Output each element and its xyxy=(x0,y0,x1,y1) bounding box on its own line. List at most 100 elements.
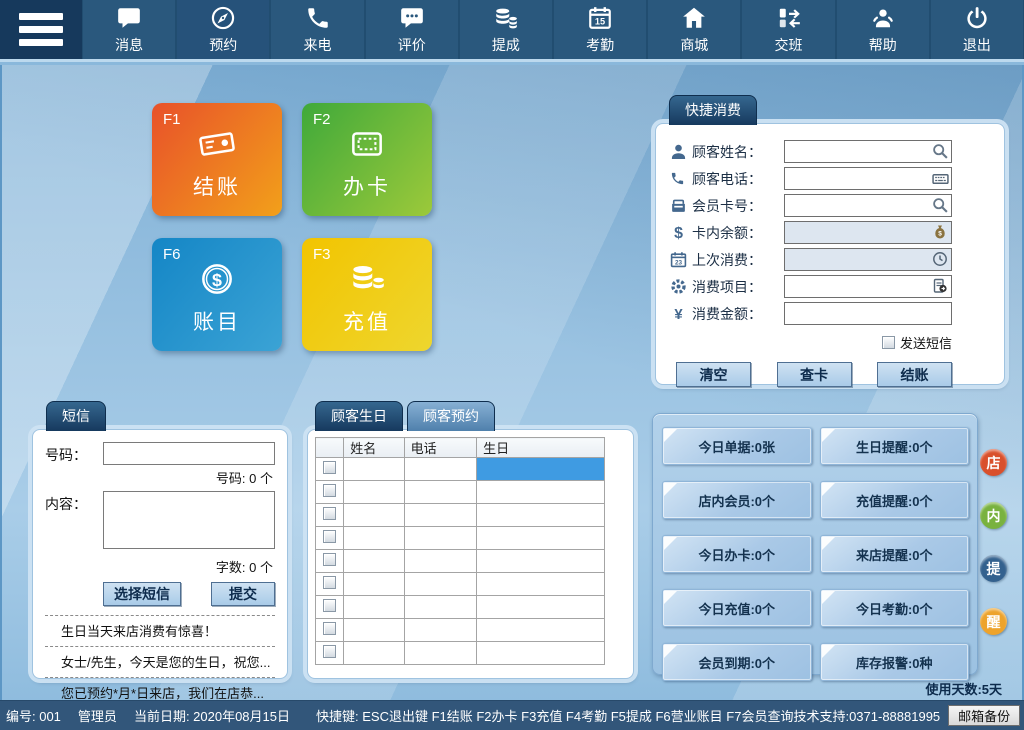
tile-label: 账目 xyxy=(193,311,241,334)
stat-today-new-cards[interactable]: 今日办卡:0个 xyxy=(662,535,812,573)
row-checkbox[interactable] xyxy=(323,530,337,543)
row-checkbox[interactable] xyxy=(323,599,337,612)
header-name[interactable]: 姓名 xyxy=(343,437,405,458)
table-row[interactable] xyxy=(314,641,605,665)
member-card-input[interactable] xyxy=(784,194,952,217)
select-sms-button[interactable]: 选择短信 xyxy=(103,582,181,606)
table-row[interactable] xyxy=(314,480,605,504)
stat-stock-alert[interactable]: 库存报警:0种 xyxy=(819,643,969,681)
stat-visit-reminder[interactable]: 来店提醒:0个 xyxy=(819,535,969,573)
row-checkbox[interactable] xyxy=(323,622,337,635)
tile-checkout-f1[interactable]: F1 结账 xyxy=(152,103,282,216)
field-row-card-balance: $ 卡内余额： $ xyxy=(670,219,952,246)
tab-sms[interactable]: 短信 xyxy=(46,401,106,431)
header-birthday[interactable]: 生日 xyxy=(476,437,605,458)
sms-number-count: 号码: 0 个 xyxy=(215,471,273,486)
side-badge[interactable]: 内 xyxy=(980,502,1007,529)
tile-fkey: F1 xyxy=(163,111,181,128)
sms-content-textarea[interactable] xyxy=(103,491,275,549)
card-icon xyxy=(344,123,390,165)
stat-today-attendance[interactable]: 今日考勤:0个 xyxy=(819,589,969,627)
stat-recharge-reminder[interactable]: 充值提醒:0个 xyxy=(819,481,969,519)
checkout-button[interactable]: 结账 xyxy=(877,362,952,387)
hamburger-menu-button[interactable] xyxy=(0,0,82,59)
toolbar-label: 帮助 xyxy=(868,36,897,53)
submit-sms-button[interactable]: 提交 xyxy=(211,582,275,606)
stats-panel: 今日单据:0张 生日提醒:0个 店内会员:0个 充值提醒:0个 今日办卡:0个 … xyxy=(652,413,978,681)
phone-icon xyxy=(670,171,692,186)
side-badge[interactable]: 醒 xyxy=(980,608,1007,635)
side-badge[interactable]: 店 xyxy=(980,449,1007,476)
table-row[interactable] xyxy=(314,549,605,573)
row-checkbox[interactable] xyxy=(323,461,337,474)
field-row-last-consume: 23 上次消费： xyxy=(670,246,952,273)
toolbar-item-help[interactable]: 帮助 xyxy=(836,0,929,59)
row-checkbox[interactable] xyxy=(323,507,337,520)
mall-icon xyxy=(681,5,707,31)
consume-item-input[interactable] xyxy=(784,275,952,298)
sms-template-item[interactable]: 女士/先生，今天是您的生日，祝您... xyxy=(45,646,275,677)
field-row-consume-item: 消费项目： xyxy=(670,273,952,300)
last-consume-input xyxy=(784,248,952,271)
tab-quick-consume[interactable]: 快捷消费 xyxy=(669,95,757,125)
toolbar-item-exit[interactable]: 退出 xyxy=(930,0,1024,59)
stat-birthday-reminder[interactable]: 生日提醒:0个 xyxy=(819,427,969,465)
check-card-button[interactable]: 查卡 xyxy=(776,362,852,387)
stat-today-recharge[interactable]: 今日充值:0个 xyxy=(662,589,812,627)
table-row[interactable] xyxy=(314,618,605,642)
toolbar-item-incoming-calls[interactable]: 来电 xyxy=(271,0,364,59)
hamburger-icon xyxy=(19,13,63,20)
tile-accounts-f6[interactable]: F6 $ 账目 xyxy=(152,238,282,351)
toolbar-item-mall[interactable]: 商城 xyxy=(648,0,741,59)
toolbar-item-commission[interactable]: 提成 xyxy=(459,0,553,59)
keyboard-icon[interactable] xyxy=(932,170,949,187)
header-phone[interactable]: 电话 xyxy=(403,437,478,458)
toolbar-label: 退出 xyxy=(962,36,991,53)
field-row-member-card: 会员卡号： xyxy=(670,192,952,219)
sms-template-item[interactable]: 您已预约*月*日来店，我们在店恭... xyxy=(45,677,275,708)
mail-backup-button[interactable]: 邮箱备份 xyxy=(948,705,1021,726)
toolbar-label: 考勤 xyxy=(586,36,615,53)
send-sms-checkbox[interactable] xyxy=(881,336,895,349)
search-icon[interactable] xyxy=(932,143,949,160)
side-badge[interactable]: 提 xyxy=(980,555,1007,582)
table-row[interactable] xyxy=(314,526,605,550)
table-row[interactable] xyxy=(314,595,605,619)
customer-phone-input[interactable] xyxy=(784,167,952,190)
clear-button[interactable]: 清空 xyxy=(676,362,751,387)
toolbar-item-shift[interactable]: 交班 xyxy=(742,0,835,59)
coins-icon xyxy=(343,258,391,300)
table-row[interactable] xyxy=(314,572,605,596)
item-doc-icon[interactable] xyxy=(932,278,949,295)
selected-cell[interactable] xyxy=(476,457,605,481)
tab-customer-appointment[interactable]: 顾客预约 xyxy=(407,401,495,431)
tab-customer-birthday[interactable]: 顾客生日 xyxy=(315,401,403,431)
desktop-area: F1 结账 F2 办卡 F6 $ 账目 F3 充值 快捷消费 顾客姓名： 顾客电… xyxy=(0,65,1024,701)
row-checkbox[interactable] xyxy=(323,645,337,658)
customer-name-input[interactable] xyxy=(784,140,952,163)
member-card-icon xyxy=(670,197,692,214)
shift-icon xyxy=(776,5,802,31)
toolbar-item-reviews[interactable]: 评价 xyxy=(365,0,458,59)
row-checkbox[interactable] xyxy=(323,553,337,566)
stat-today-receipts[interactable]: 今日单据:0张 xyxy=(662,427,812,465)
row-checkbox[interactable] xyxy=(323,576,337,589)
field-row-consume-amount: ¥ 消费金额： xyxy=(670,300,952,327)
table-row[interactable] xyxy=(314,503,605,527)
stat-members-in-store[interactable]: 店内会员:0个 xyxy=(662,481,812,519)
sms-number-input[interactable] xyxy=(103,442,275,465)
toolbar-item-attendance[interactable]: 15 考勤 xyxy=(554,0,647,59)
tile-new-card-f2[interactable]: F2 办卡 xyxy=(302,103,432,216)
field-row-customer-phone: 顾客电话： xyxy=(670,165,952,192)
search-icon[interactable] xyxy=(932,197,949,214)
toolbar-item-messages[interactable]: 消息 xyxy=(83,0,176,59)
toolbar-item-appointments[interactable]: 预约 xyxy=(177,0,270,59)
table-row[interactable] xyxy=(314,457,605,481)
customer-panel: 顾客生日 顾客预约 姓名 电话 生日 xyxy=(307,401,634,679)
tile-recharge-f3[interactable]: F3 充值 xyxy=(302,238,432,351)
row-checkbox[interactable] xyxy=(323,484,337,497)
stat-member-expiry[interactable]: 会员到期:0个 xyxy=(662,643,812,681)
toolbar-label: 交班 xyxy=(774,36,803,53)
consume-amount-input[interactable] xyxy=(784,302,952,325)
sms-template-item[interactable]: 生日当天来店消费有惊喜！ xyxy=(45,615,275,646)
